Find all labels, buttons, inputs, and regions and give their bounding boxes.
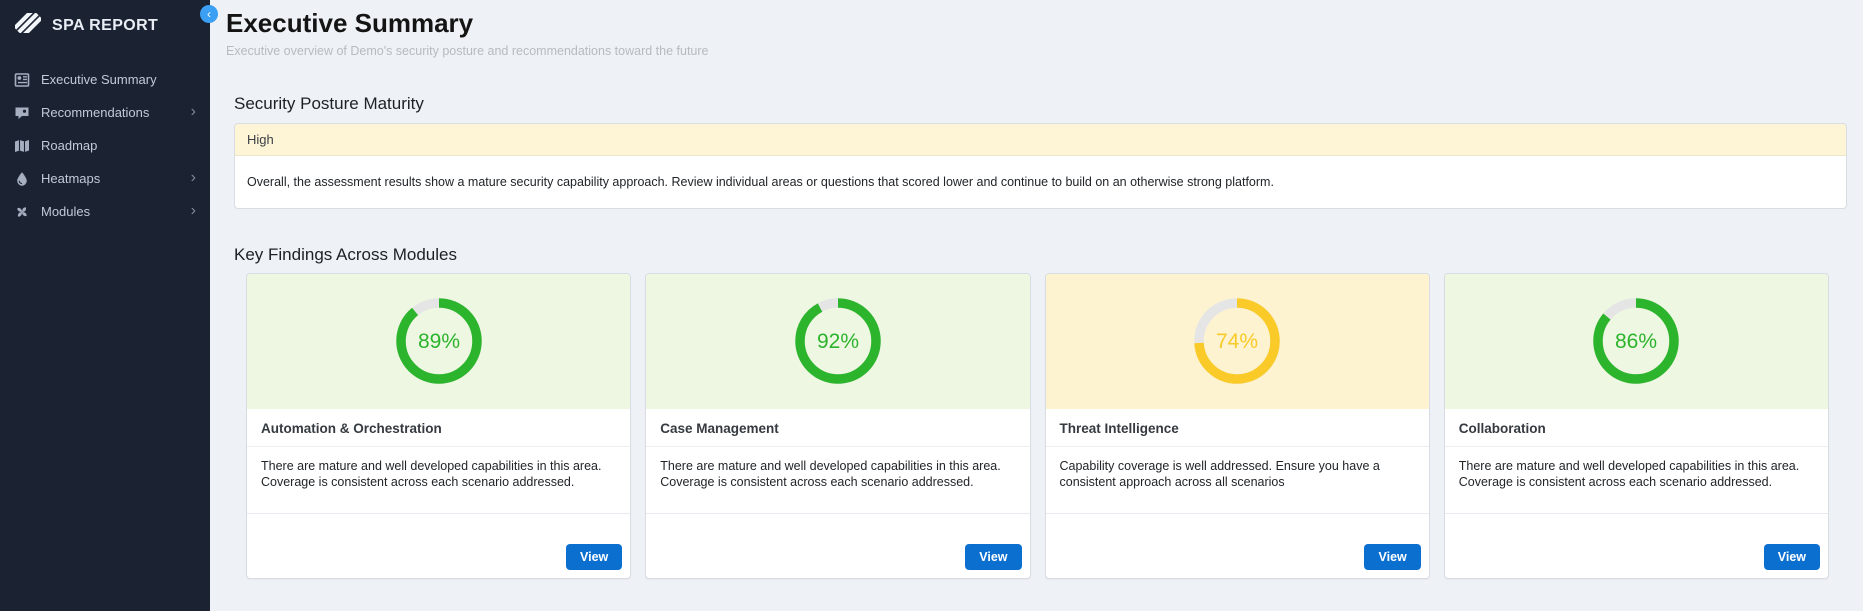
sidebar: SPA REPORT Executive Summary Recommendat… <box>0 0 210 611</box>
finding-card-collaboration: 86% Collaboration There are mature and w… <box>1444 273 1829 579</box>
sidebar-item-label: Executive Summary <box>41 72 157 87</box>
finding-card-threat-intelligence: 74% Threat Intelligence Capability cover… <box>1045 273 1430 579</box>
page-title: Executive Summary <box>226 9 1847 39</box>
app-logo: SPA REPORT <box>0 0 210 47</box>
score-chart-zone: 92% <box>646 274 1029 409</box>
score-chart-zone: 89% <box>247 274 630 409</box>
app-title: SPA REPORT <box>52 17 158 35</box>
view-button[interactable]: View <box>566 544 622 570</box>
findings-section-title: Key Findings Across Modules <box>234 245 1847 265</box>
finding-card-case-management: 92% Case Management There are mature and… <box>645 273 1030 579</box>
view-button[interactable]: View <box>1764 544 1820 570</box>
sidebar-collapse-button[interactable]: ‹ <box>200 5 218 23</box>
chevron-left-icon: ‹ <box>207 7 211 21</box>
score-percent: 86% <box>1615 330 1657 353</box>
module-title: Case Management <box>646 409 1029 447</box>
donut-chart: 89% <box>395 297 483 385</box>
card-footer: View <box>646 514 1029 578</box>
comment-icon <box>14 105 30 121</box>
sidebar-item-label: Roadmap <box>41 138 97 153</box>
card-footer: View <box>247 514 630 578</box>
donut-chart: 74% <box>1193 297 1281 385</box>
maturity-card: High Overall, the assessment results sho… <box>234 123 1847 209</box>
score-percent: 92% <box>817 330 859 353</box>
score-chart-zone: 86% <box>1445 274 1828 409</box>
chevron-right-icon: › <box>191 104 196 122</box>
sidebar-nav: Executive Summary Recommendations › Road… <box>0 63 210 228</box>
maturity-level-banner: High <box>235 124 1846 156</box>
donut-chart: 86% <box>1592 297 1680 385</box>
module-description: Capability coverage is well addressed. E… <box>1046 447 1429 514</box>
sidebar-item-label: Modules <box>41 204 90 219</box>
sidebar-item-roadmap[interactable]: Roadmap <box>0 129 210 162</box>
module-title: Threat Intelligence <box>1046 409 1429 447</box>
page-subtitle: Executive overview of Demo's security po… <box>226 44 1847 58</box>
chevron-right-icon: › <box>191 203 196 221</box>
sidebar-item-label: Heatmaps <box>41 171 100 186</box>
spa-logo-icon <box>15 13 41 38</box>
sidebar-item-recommendations[interactable]: Recommendations › <box>0 96 210 129</box>
card-footer: View <box>1046 514 1429 578</box>
fan-icon <box>14 204 30 220</box>
main-content: Executive Summary Executive overview of … <box>210 0 1863 611</box>
map-icon <box>14 138 30 154</box>
maturity-description: Overall, the assessment results show a m… <box>235 156 1846 208</box>
view-button[interactable]: View <box>1364 544 1420 570</box>
report-icon <box>14 72 30 88</box>
findings-cards-row: 89% Automation & Orchestration There are… <box>246 273 1829 579</box>
module-description: There are mature and well developed capa… <box>247 447 630 514</box>
module-title: Automation & Orchestration <box>247 409 630 447</box>
score-percent: 89% <box>418 330 460 353</box>
flame-icon <box>14 171 30 187</box>
card-footer: View <box>1445 514 1828 578</box>
module-description: There are mature and well developed capa… <box>1445 447 1828 514</box>
module-description: There are mature and well developed capa… <box>646 447 1029 514</box>
view-button[interactable]: View <box>965 544 1021 570</box>
donut-chart: 92% <box>794 297 882 385</box>
finding-card-automation-orchestration: 89% Automation & Orchestration There are… <box>246 273 631 579</box>
sidebar-item-label: Recommendations <box>41 105 149 120</box>
sidebar-item-heatmaps[interactable]: Heatmaps › <box>0 162 210 195</box>
maturity-section-title: Security Posture Maturity <box>234 94 1847 114</box>
score-percent: 74% <box>1216 330 1258 353</box>
sidebar-item-executive-summary[interactable]: Executive Summary <box>0 63 210 96</box>
module-title: Collaboration <box>1445 409 1828 447</box>
sidebar-item-modules[interactable]: Modules › <box>0 195 210 228</box>
score-chart-zone: 74% <box>1046 274 1429 409</box>
chevron-right-icon: › <box>191 170 196 188</box>
